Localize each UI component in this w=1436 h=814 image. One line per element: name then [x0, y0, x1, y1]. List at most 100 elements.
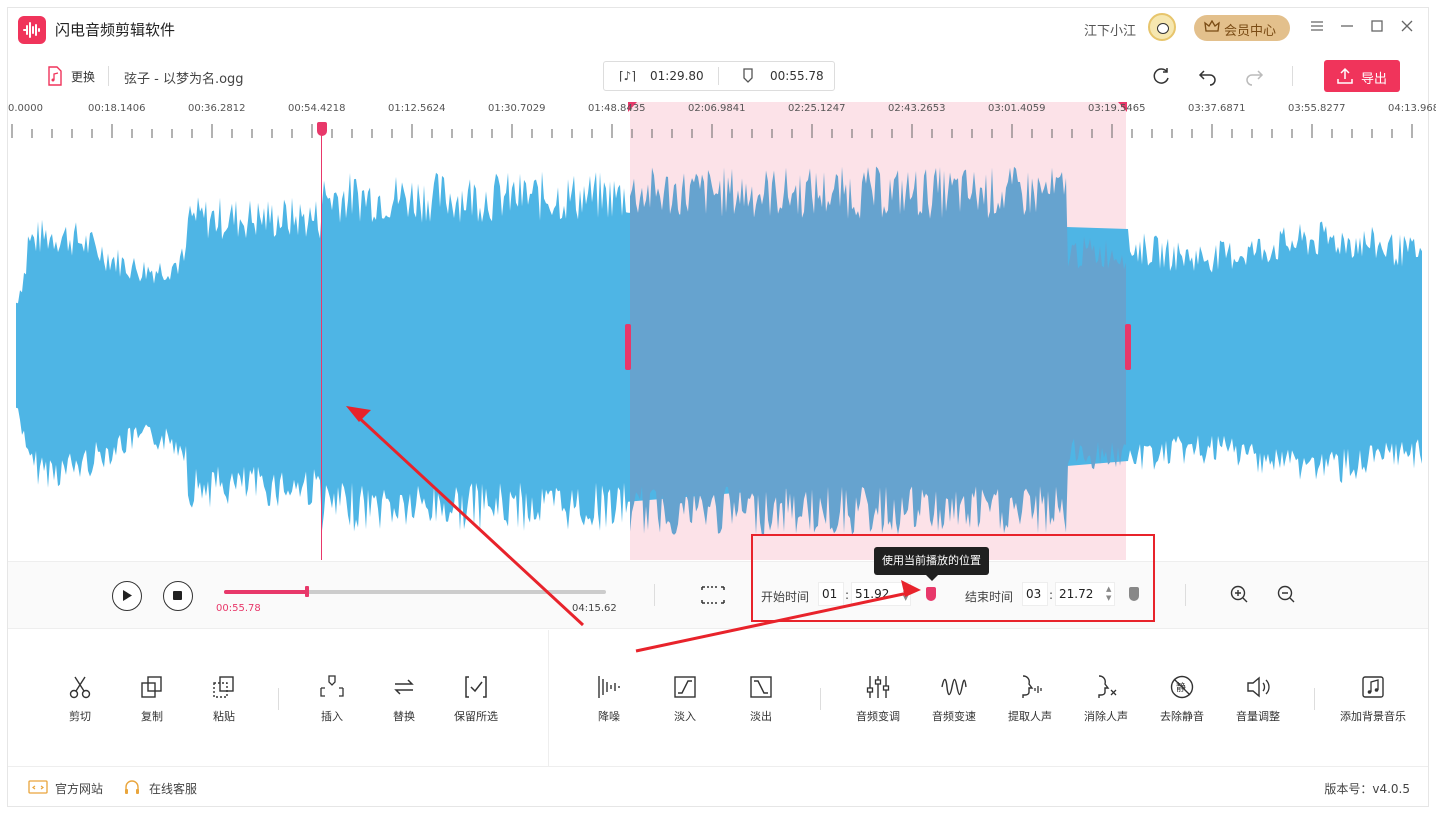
fade-out-icon: [750, 676, 772, 698]
play-button[interactable]: [112, 581, 142, 611]
headset-icon: [125, 780, 139, 794]
speed-label: 音频变速: [932, 710, 976, 723]
fade-out-label: 淡出: [750, 710, 772, 723]
divider: [718, 67, 719, 85]
ruler-tick-marks: [11, 124, 1413, 138]
copy-icon: [141, 676, 162, 698]
select-all-icon[interactable]: [700, 582, 726, 608]
insert-label: 插入: [321, 710, 343, 723]
crown-icon: [1204, 20, 1220, 32]
fade-out-tool[interactable]: 淡出: [725, 674, 797, 724]
speaker-icon: [1247, 676, 1270, 698]
progress-knob[interactable]: [305, 586, 310, 597]
playhead-line[interactable]: [321, 128, 322, 560]
selection-end-handle[interactable]: [1125, 324, 1131, 370]
swap-icon: [394, 679, 414, 695]
file-name: 弦子 - 以梦为名.ogg: [124, 72, 244, 87]
reset-icon[interactable]: [1152, 66, 1172, 86]
divider: [1314, 688, 1315, 710]
playhead-time: 00:55.78: [770, 69, 824, 83]
paste-tool[interactable]: 粘贴: [188, 674, 260, 724]
upload-icon: [1337, 67, 1353, 84]
keep-selection-icon: [465, 676, 487, 698]
total-time: 04:15.62: [572, 603, 617, 614]
official-website-link[interactable]: 官方网站: [55, 780, 103, 797]
remove-vocal-tool[interactable]: 消除人声: [1070, 674, 1142, 724]
divider: [278, 688, 279, 710]
current-time: 00:55.78: [216, 603, 261, 614]
vip-center-label: 会员中心: [1224, 24, 1277, 39]
volume-label: 音量调整: [1236, 710, 1280, 723]
keep-selection-tool[interactable]: 保留所选: [440, 674, 512, 724]
divider: [654, 584, 655, 606]
app-title: 闪电音频剪辑软件: [55, 21, 176, 39]
progress-fill: [224, 590, 308, 594]
time-ruler[interactable]: 0.0000 00:18.1406 00:36.2812 00:54.4218 01:1…: [8, 102, 1436, 142]
denoise-tool[interactable]: 降噪: [573, 674, 645, 724]
cut-tool[interactable]: 剪切: [44, 674, 116, 724]
selection-start-handle[interactable]: [625, 324, 631, 370]
fade-in-icon: [674, 676, 696, 698]
speed-tool[interactable]: 音频变速: [918, 674, 990, 724]
tools-panel: 剪切 复制 粘贴 插入 替换 保留所选 降噪 淡入 淡出 音频变调 音频变速 提…: [8, 630, 1428, 766]
wave-icon: [941, 678, 967, 696]
maximize-icon[interactable]: [1366, 16, 1388, 38]
music-note-icon: [1362, 676, 1384, 698]
replace-label: 替换: [393, 710, 415, 723]
pitch-label: 音频变调: [856, 710, 900, 723]
svg-text:静: 静: [1176, 681, 1186, 694]
playhead-marker-icon: [743, 68, 753, 83]
zoom-out-icon[interactable]: [1276, 584, 1296, 604]
paste-label: 粘贴: [213, 710, 235, 723]
denoise-label: 降噪: [598, 710, 620, 723]
divider: [1185, 584, 1186, 606]
title-bar: 闪电音频剪辑软件 江下小江 会员中心: [8, 8, 1428, 50]
app-logo-icon: [18, 16, 46, 44]
add-bgm-label: 添加背景音乐: [1340, 710, 1406, 723]
insert-tool[interactable]: 插入: [296, 674, 368, 724]
divider: [1292, 66, 1293, 86]
stop-icon: [173, 591, 182, 600]
insert-icon: [320, 675, 344, 697]
footer: 官方网站 在线客服 版本号：v4.0.5: [8, 766, 1428, 808]
zoom-in-icon[interactable]: [1229, 584, 1249, 604]
divider: [820, 688, 821, 710]
volume-tool[interactable]: 音量调整: [1222, 674, 1294, 724]
play-icon: [123, 590, 132, 601]
mute-voice-icon: [1098, 675, 1117, 698]
remove-silence-tool[interactable]: 静 去除静音: [1146, 674, 1218, 724]
avatar[interactable]: [1148, 13, 1176, 41]
selection-duration: 01:29.80: [650, 69, 704, 83]
silence-icon: 静: [1170, 675, 1194, 699]
user-name[interactable]: 江下小江: [1084, 20, 1136, 39]
divider: [108, 66, 109, 86]
redo-icon[interactable]: [1244, 66, 1264, 86]
remove-vocal-label: 消除人声: [1084, 710, 1128, 723]
playback-progress[interactable]: [224, 586, 606, 597]
copy-tool[interactable]: 复制: [116, 674, 188, 724]
minimize-icon[interactable]: [1336, 16, 1358, 38]
equalizer-icon: [866, 676, 890, 698]
export-button[interactable]: 导出: [1324, 60, 1400, 92]
extract-vocal-label: 提取人声: [1008, 710, 1052, 723]
close-icon[interactable]: [1396, 16, 1418, 38]
online-support-link[interactable]: 在线客服: [149, 780, 197, 797]
website-icon: [28, 780, 48, 794]
replace-tool[interactable]: 替换: [368, 674, 440, 724]
stop-button[interactable]: [163, 581, 193, 611]
denoise-icon: [598, 676, 620, 698]
pitch-tool[interactable]: 音频变调: [842, 674, 914, 724]
fade-in-tool[interactable]: 淡入: [649, 674, 721, 724]
add-bgm-tool[interactable]: 添加背景音乐: [1337, 674, 1409, 724]
extract-vocal-tool[interactable]: 提取人声: [994, 674, 1066, 724]
menu-icon[interactable]: [1306, 16, 1328, 38]
copy-label: 复制: [141, 710, 163, 723]
fade-in-label: 淡入: [674, 710, 696, 723]
undo-icon[interactable]: [1198, 66, 1218, 86]
cut-label: 剪切: [69, 710, 91, 723]
time-info-box: ⌈♪⌉ 01:29.80 00:55.78: [603, 61, 835, 91]
vip-center-button[interactable]: 会员中心: [1194, 15, 1290, 41]
music-file-icon[interactable]: [46, 66, 64, 86]
waveform-area[interactable]: [8, 102, 1428, 560]
replace-file-button[interactable]: 更换: [71, 68, 95, 85]
